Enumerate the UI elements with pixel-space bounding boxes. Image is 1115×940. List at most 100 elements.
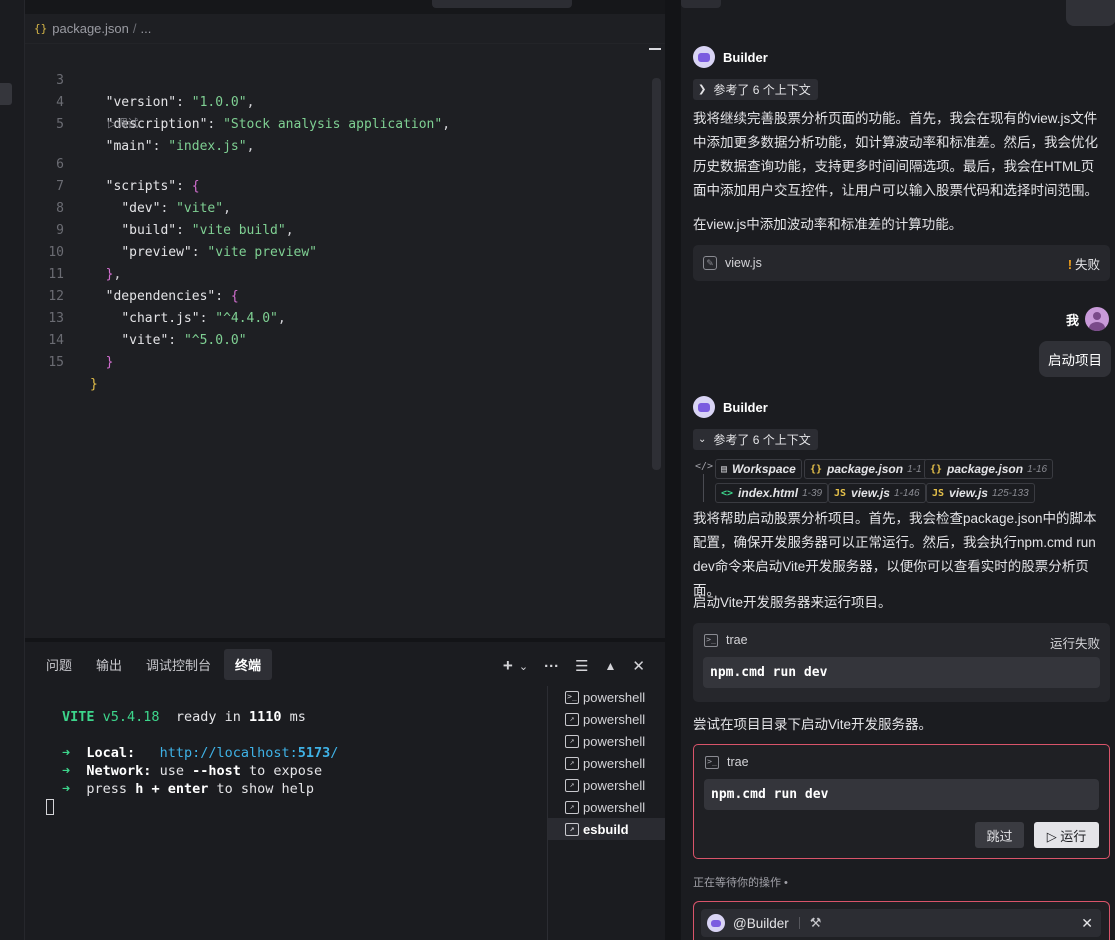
assistant-message: 尝试在项目目录下启动Vite开发服务器。: [693, 717, 933, 732]
command-card: >_ trae 运行失败 npm.cmd run dev: [693, 623, 1110, 702]
code-line: 12 "chart.js": "^4.4.0",: [25, 264, 651, 326]
command-tool: trae: [726, 633, 748, 647]
code-line: 13 "vite": "^5.0.0": [25, 286, 651, 348]
maximize-panel-icon[interactable]: ▲: [605, 659, 617, 673]
js-icon: JS: [932, 487, 945, 499]
tab-output[interactable]: 输出: [85, 649, 133, 680]
mention-label: @Builder: [733, 915, 789, 931]
user-avatar-icon: [1085, 307, 1109, 331]
settings-sliders-icon[interactable]: ☰: [575, 657, 588, 675]
terminal-output[interactable]: VITE v5.4.18 ready in 1110 ms ➜ Local: h…: [25, 686, 545, 940]
context-chip[interactable]: {} package.json 1-16: [924, 459, 1054, 479]
code-editor[interactable]: {} package.json / ... 3 "version": "1.0.…: [25, 14, 665, 638]
file-edit-card[interactable]: ✎ view.js ! 失败: [693, 245, 1110, 281]
json-icon: {}: [930, 463, 943, 475]
context-chip[interactable]: {} package.json 1-1: [804, 459, 928, 479]
terminal-item[interactable]: ↗ powershell: [548, 730, 665, 752]
debug-codelens[interactable]: ▷调试: [25, 114, 651, 132]
agent-mention[interactable]: @Builder ⚒ ✕: [701, 909, 1101, 937]
breadcrumb-file[interactable]: package.json: [52, 21, 129, 36]
user-message: 启动项目: [1039, 341, 1111, 377]
context-label: 参考了 6 个上下文: [713, 433, 811, 447]
terminal-item-active[interactable]: ↗ esbuild: [548, 818, 665, 840]
active-editor-tab[interactable]: [432, 0, 572, 8]
tab-terminal[interactable]: 终端: [224, 648, 273, 680]
terminal-item[interactable]: ↗ powershell: [548, 708, 665, 730]
divider: [798, 917, 800, 929]
user-name: 我: [1065, 312, 1079, 328]
terminal-line: [46, 798, 545, 816]
edit-file-icon: ✎: [703, 256, 717, 270]
chat-header-remnant: [681, 0, 1115, 26]
terminal-line: VITE v5.4.18 ready in 1110 ms: [62, 709, 306, 725]
command-card-header: >_ trae: [694, 745, 1109, 779]
html-icon: <>: [721, 487, 734, 499]
assistant-name: Builder: [723, 49, 768, 65]
close-icon[interactable]: ✕: [1081, 915, 1093, 932]
code-line: 3 "version": "1.0.0",: [25, 48, 651, 110]
new-terminal-icon[interactable]: +: [503, 656, 513, 676]
context-chip[interactable]: JS view.js 125-133: [926, 483, 1035, 503]
skip-button[interactable]: 跳过: [975, 822, 1024, 848]
assistant-message: 在view.js中添加波动率和标准差的计算功能。: [693, 217, 963, 232]
context-chip[interactable]: <> index.html 1-39: [715, 483, 829, 503]
warning-icon: !: [1067, 257, 1072, 272]
chat-input[interactable]: @Builder ⚒ ✕: [693, 901, 1110, 940]
assistant-message: 启动Vite开发服务器来运行项目。: [693, 595, 892, 610]
builder-avatar-icon: [693, 46, 715, 68]
run-button[interactable]: ▷ 运行: [1034, 822, 1099, 848]
user-header: 我: [1066, 307, 1109, 331]
activity-active-marker[interactable]: [0, 83, 12, 105]
file-edit-status: ! 失败: [1067, 257, 1100, 272]
code-line: 4 "description": "Stock analysis applica…: [25, 70, 651, 132]
chevron-down-icon[interactable]: ⌄: [519, 660, 528, 673]
json-file-icon: {}: [34, 22, 48, 35]
code-line: 11 "dependencies": {: [25, 242, 651, 304]
line-number: 15: [48, 355, 64, 370]
tab-problems[interactable]: 问题: [35, 649, 83, 680]
more-icon[interactable]: ···: [544, 658, 559, 675]
terminal-item[interactable]: >_ powershell: [548, 686, 665, 708]
terminal-item[interactable]: ↗ powershell: [548, 752, 665, 774]
terminal-run-icon: ↗: [565, 734, 579, 748]
code-line: 8 "build": "vite build",: [25, 176, 651, 238]
pending-command-card: >_ trae npm.cmd run dev 跳过 ▷ 运行: [693, 744, 1110, 859]
tab-debug-console[interactable]: 调试控制台: [135, 649, 222, 680]
terminal-icon: >_: [565, 690, 579, 704]
command-text: npm.cmd run dev: [703, 657, 1100, 688]
context-tree-line: [703, 474, 715, 502]
terminal-icon: >_: [705, 755, 719, 769]
breadcrumb-more[interactable]: ...: [141, 21, 152, 36]
editor-scrollbar[interactable]: [652, 78, 661, 470]
ai-chat-panel: Builder ❯ 参考了 6 个上下文 我将继续完善股票分析页面的功能。首先，…: [681, 0, 1115, 940]
context-chip[interactable]: ▤ Workspace: [715, 459, 802, 479]
builder-avatar-icon: [707, 914, 725, 932]
tools-icon[interactable]: ⚒: [810, 915, 822, 931]
context-toggle[interactable]: ⌄ 参考了 6 个上下文: [693, 429, 818, 450]
command-text: npm.cmd run dev: [704, 779, 1099, 810]
code-line: 9 "preview": "vite preview": [25, 198, 651, 260]
chevron-down-icon: ⌄: [698, 434, 707, 445]
file-edit-name: view.js: [725, 256, 762, 270]
chat-header-tab[interactable]: [681, 0, 721, 8]
panel-divider[interactable]: [665, 0, 681, 940]
code-line: 6 "scripts": {: [25, 132, 651, 194]
breadcrumb-separator: /: [132, 21, 137, 36]
context-toggle[interactable]: ❯ 参考了 6 个上下文: [693, 79, 818, 100]
panel-toolbar: + ⌄ ··· ☰ ▲ ✕: [503, 656, 645, 676]
terminal-item[interactable]: ↗ powershell: [548, 774, 665, 796]
context-chip[interactable]: JS view.js 1-146: [828, 483, 926, 503]
terminal-item[interactable]: ↗ powershell: [548, 796, 665, 818]
code-lines: 3 "version": "1.0.0", 4 "description": "…: [25, 48, 651, 392]
debug-codelens-label[interactable]: ▷调试: [108, 115, 138, 131]
terminal-line: ➜ Local: http://localhost:5173/: [62, 745, 339, 761]
code-line: 14 }: [25, 308, 651, 370]
assistant-header: Builder: [693, 396, 768, 418]
waiting-status: 正在等待你的操作 •: [693, 877, 788, 889]
builder-avatar-icon: [693, 396, 715, 418]
terminal-run-icon: ↗: [565, 800, 579, 814]
close-icon[interactable]: ✕: [632, 657, 645, 675]
bottom-panel: 问题 输出 调试控制台 终端 + ⌄ ··· ☰ ▲ ✕ VITE v5.4.1…: [25, 638, 665, 940]
terminal-run-icon: ↗: [565, 822, 579, 836]
